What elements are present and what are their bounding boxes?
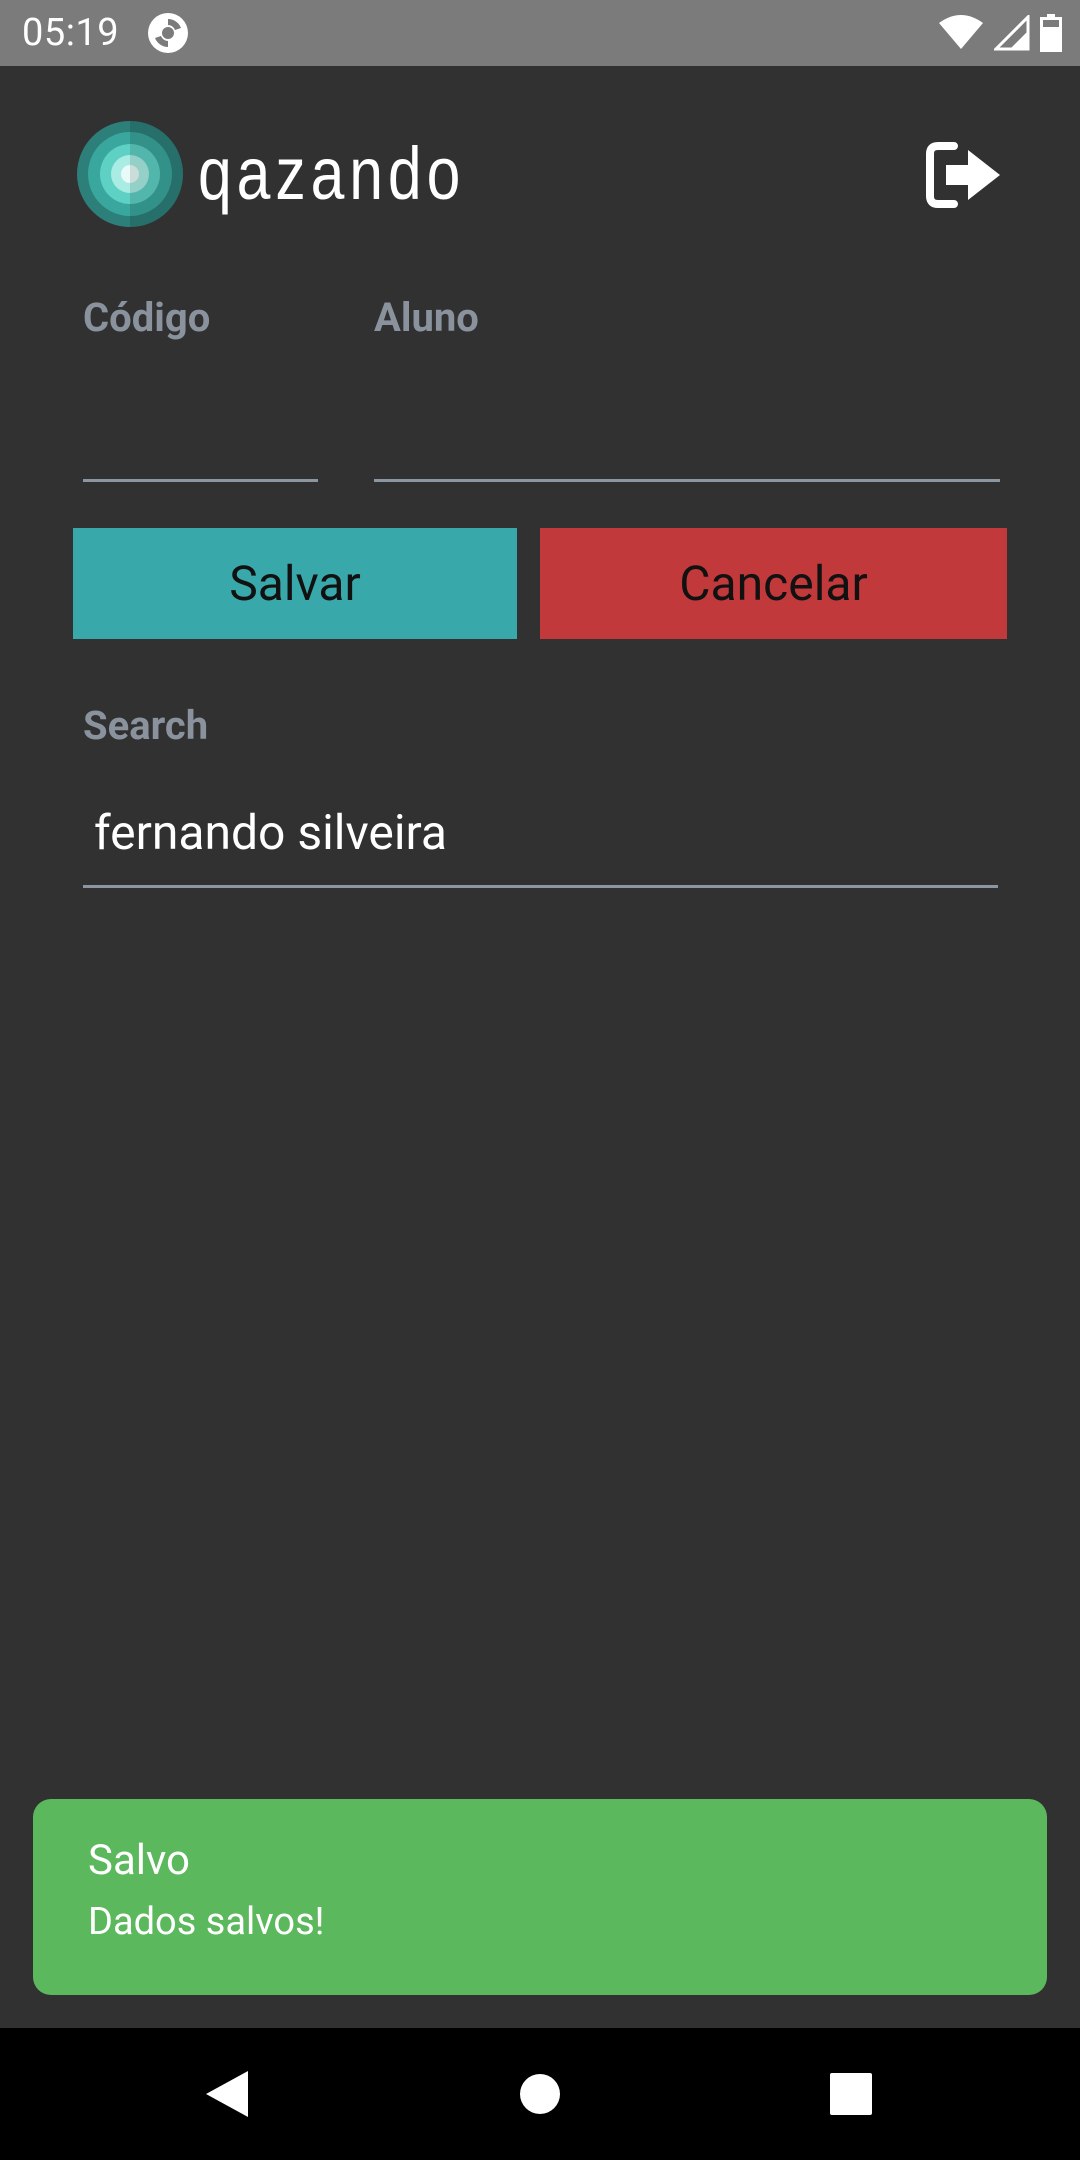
save-button[interactable]: Salvar: [73, 528, 517, 639]
success-toast[interactable]: Salvo Dados salvos!: [33, 1799, 1047, 1995]
qazando-logo: qazando: [76, 120, 524, 228]
recents-button[interactable]: [771, 2028, 931, 2160]
sync-app-icon: [148, 13, 188, 53]
back-button[interactable]: [147, 2028, 307, 2160]
status-bar: 05:19: [0, 0, 1080, 66]
student-label: Aluno: [374, 294, 479, 341]
search-label: Search: [83, 702, 209, 749]
toast-message: Dados salvos!: [88, 1900, 325, 1944]
toast-title: Salvo: [88, 1836, 190, 1885]
status-time: 05:19: [22, 11, 120, 55]
home-button[interactable]: [460, 2028, 620, 2160]
cancel-button[interactable]: Cancelar: [540, 528, 1007, 639]
search-input[interactable]: [83, 780, 998, 888]
system-nav-bar: [0, 2028, 1080, 2160]
wifi-icon: [939, 15, 983, 49]
status-icons: [938, 12, 1062, 54]
home-icon: [520, 2074, 560, 2114]
logout-icon[interactable]: [924, 140, 1004, 210]
logo-mark-icon: [77, 121, 183, 227]
app-screen: 05:19 qazando Código Aluno Salvar Cancel…: [0, 0, 1080, 2160]
code-label: Código: [83, 294, 211, 341]
logo-text: qazando: [198, 132, 466, 215]
student-input[interactable]: [374, 400, 1000, 482]
code-input[interactable]: [83, 400, 318, 482]
recents-icon: [830, 2073, 872, 2115]
battery-icon: [1040, 14, 1062, 52]
cell-signal-icon: [994, 15, 1030, 51]
back-icon: [206, 2071, 248, 2117]
